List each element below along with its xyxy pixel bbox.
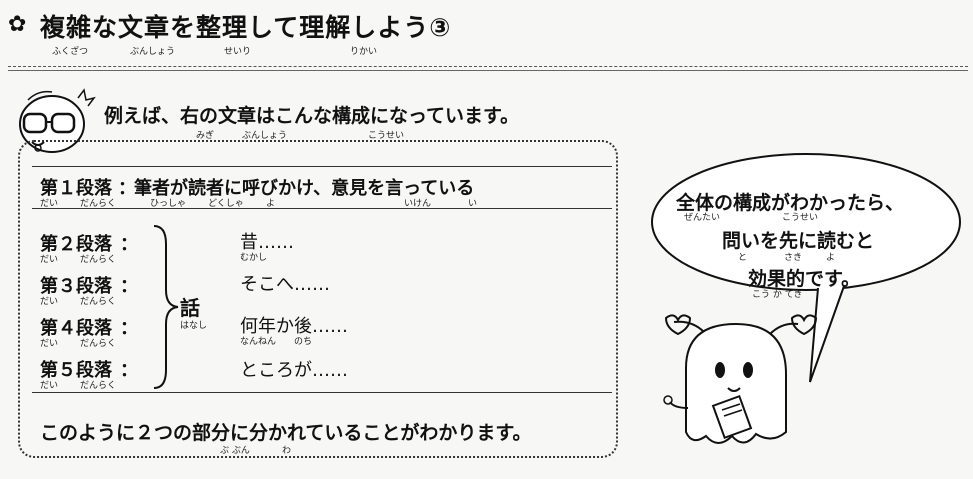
para3-ruby: だんらく [80, 297, 117, 307]
para1-ruby: い [468, 199, 478, 209]
para4-colon: ： [120, 318, 138, 339]
para1-ruby: ひっしゃ [150, 199, 187, 209]
para1-ruby: どくしゃ [208, 199, 244, 209]
summary-ruby: わ [282, 446, 292, 456]
title-ruby: せいり [224, 47, 252, 57]
para2-content-ruby: むかし [240, 253, 268, 263]
character-ghost-icon [663, 314, 818, 444]
header-divider [8, 66, 968, 67]
header-divider [8, 70, 968, 71]
title-ruby: ぶんしょう [130, 47, 176, 57]
para1-ruby: だい [40, 199, 59, 209]
para2-ruby: だい [40, 255, 59, 265]
para3-colon: ： [120, 276, 138, 297]
para4-content-ruby: なんねん のち [240, 337, 313, 347]
brace-icon [153, 225, 179, 389]
speech-ruby: こうせい [782, 213, 819, 223]
para5-colon: ： [120, 360, 138, 381]
speech-ruby: よ [826, 253, 836, 263]
title-ruby: ふくざつ [52, 47, 89, 57]
para1-ruby: よ [266, 199, 276, 209]
para2-ruby: だんらく [80, 255, 117, 265]
intro-text: 例えば、右の文章はこんな構成になっています。 [104, 105, 520, 127]
speech-ruby: さき [784, 253, 803, 263]
divider-line [32, 166, 612, 167]
para5-ruby: だい [40, 381, 59, 391]
speech-ruby: と [738, 253, 748, 263]
para3-content: そこへ…… [240, 274, 330, 295]
summary-text: このように２つの部分に分かれていることがわかります。 [40, 422, 532, 444]
para3-ruby: だい [40, 297, 59, 307]
para1-ruby: いけん [404, 199, 432, 209]
speech-line-2: 問いを先に読むと [722, 230, 875, 252]
para5-content: ところが…… [240, 360, 348, 381]
story-ruby: はなし [180, 321, 208, 331]
flower-icon: ✿ [8, 12, 27, 37]
para4-ruby: だんらく [80, 339, 117, 349]
speech-ruby: ぜんたい [684, 213, 721, 223]
para4-ruby: だい [40, 339, 59, 349]
speech-ruby: こう か てき [752, 290, 803, 300]
title-ruby: りかい [350, 47, 378, 57]
divider-line [32, 392, 612, 393]
para5-ruby: だんらく [80, 381, 117, 391]
page-title: 複雑な文章を整理して理解しよう③ [40, 13, 452, 42]
summary-ruby: ぶ ぶん [220, 446, 250, 456]
story-label: 話 [180, 296, 200, 320]
para1-ruby: だんらく [80, 199, 117, 209]
divider-line [32, 208, 612, 209]
para2-colon: ： [120, 234, 138, 255]
